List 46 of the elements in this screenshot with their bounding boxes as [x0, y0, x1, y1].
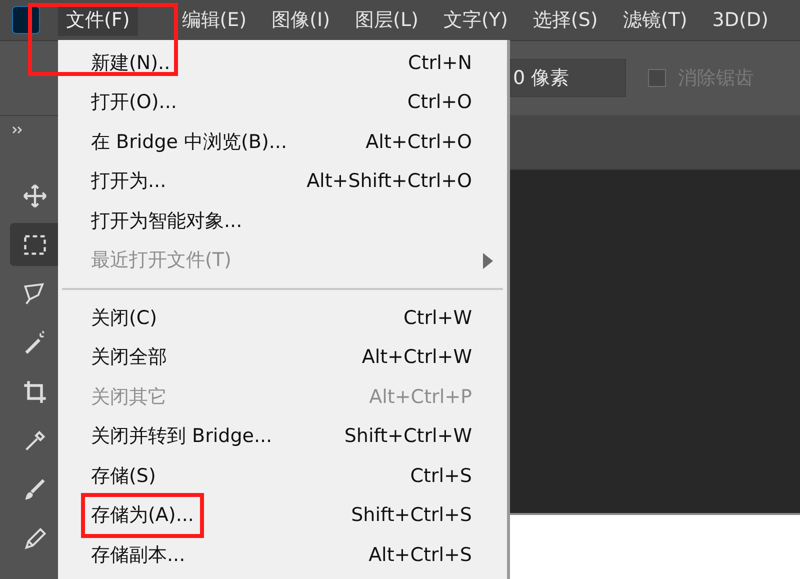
- option-label: 打开为...: [90, 169, 168, 194]
- option-label: 打开(O)...: [90, 90, 178, 115]
- menu-item[interactable]: 选择(S): [524, 4, 606, 36]
- menu-option[interactable]: 在 Bridge 中浏览(B)... Alt+Ctrl+O: [58, 122, 507, 162]
- menu-option[interactable]: 打开为... Alt+Shift+Ctrl+O: [58, 162, 507, 201]
- menu-option[interactable]: 关闭(C) Ctrl+W: [58, 298, 507, 338]
- option-label: 关闭并转到 Bridge...: [90, 424, 274, 449]
- option-label: 存储(S): [90, 464, 157, 488]
- menu-option[interactable]: 存储(S) Ctrl+S: [58, 456, 507, 496]
- menu-option[interactable]: 新建(N).. Ctrl+N: [58, 43, 507, 82]
- option-label: 存储副本...: [90, 542, 186, 568]
- menu-option[interactable]: 存储副本... Alt+Ctrl+S: [58, 535, 507, 574]
- shortcut-text: Ctrl+O: [407, 90, 472, 115]
- option-label: 关闭(C): [90, 306, 158, 330]
- marquee-icon[interactable]: [10, 223, 58, 266]
- shortcut-text: Alt+Ctrl+O: [366, 130, 472, 154]
- option-label: 关闭全部: [90, 345, 168, 370]
- menu-item[interactable]: 3D(D): [704, 4, 776, 36]
- option-label: 新建(N)..: [90, 50, 172, 76]
- menu-option[interactable]: 关闭并转到 Bridge... Shift+Ctrl+W: [58, 416, 507, 456]
- menu-item[interactable]: 文件(F): [58, 4, 138, 36]
- shortcut-text: Shift+Ctrl+S: [351, 503, 472, 528]
- option-label: 关闭其它: [90, 384, 168, 410]
- option-label: 打开为智能对象...: [90, 208, 244, 234]
- menu-item[interactable]: 图像(I): [264, 4, 338, 36]
- menu-item[interactable]: 滤镜(T): [614, 4, 696, 36]
- menu-item[interactable]: 编辑(E): [174, 4, 255, 36]
- option-label: 在 Bridge 中浏览(B)...: [90, 130, 288, 154]
- shortcut-text: Alt+Ctrl+W: [362, 345, 472, 370]
- shortcut-text: Ctrl+N: [408, 50, 472, 76]
- menu-option[interactable]: 存储为(A)... Shift+Ctrl+S: [58, 496, 507, 535]
- option-label: 最近打开文件(T): [90, 248, 232, 273]
- size-field[interactable]: 0 像素: [510, 59, 626, 97]
- shortcut-text: Alt+Ctrl+P: [369, 384, 472, 410]
- menu-item[interactable]: 图层(L): [347, 4, 426, 36]
- shortcut-text: Alt+Ctrl+S: [368, 542, 472, 568]
- expand-icon[interactable]: [12, 126, 24, 134]
- menu-option[interactable]: 打开为智能对象...: [58, 201, 507, 240]
- shortcut-text: Shift+Ctrl+W: [344, 424, 472, 449]
- shortcut-text: Ctrl+W: [403, 306, 472, 330]
- menu-item[interactable]: 文字(Y): [435, 4, 516, 36]
- menu-option[interactable]: 关闭全部 Alt+Ctrl+W: [58, 338, 507, 377]
- shortcut-text: Ctrl+S: [410, 464, 472, 488]
- shortcut-text: Alt+Shift+Ctrl+O: [306, 169, 472, 194]
- menu-option[interactable]: 打开(O)... Ctrl+O: [58, 82, 507, 122]
- option-label: 存储为(A)...: [81, 493, 204, 538]
